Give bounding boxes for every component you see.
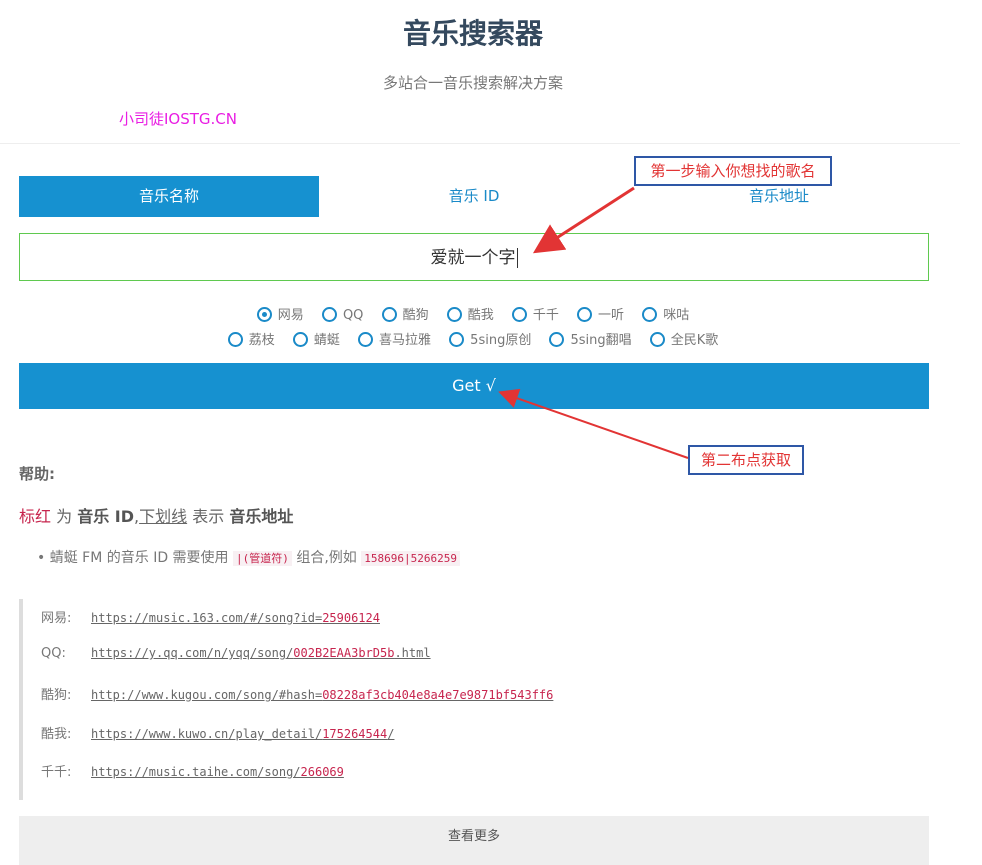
arrow-to-get [498, 388, 689, 459]
arrow-to-search [532, 186, 635, 254]
annotation-step2: 第二布点获取 [688, 445, 804, 475]
annotation-arrows [498, 186, 689, 459]
annotation-step1: 第一步输入你想找的歌名 [634, 156, 832, 186]
